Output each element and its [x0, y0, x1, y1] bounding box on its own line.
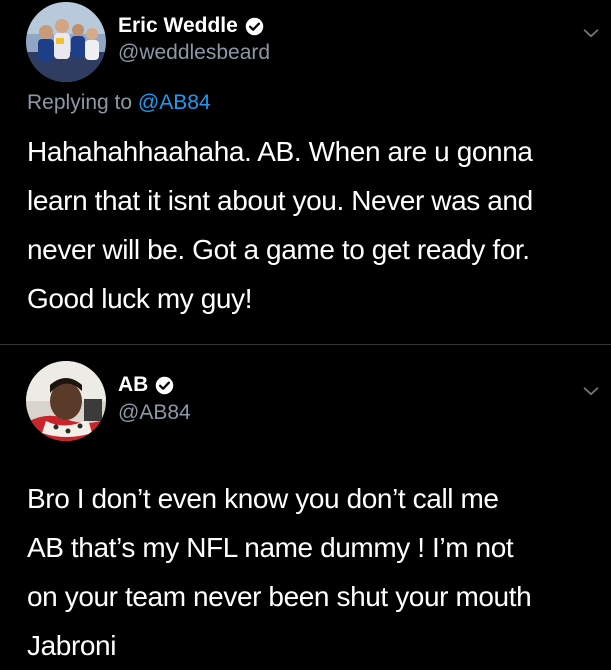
avatar-ab[interactable] — [26, 361, 106, 441]
verified-badge-icon — [245, 17, 264, 35]
tweet-text-line: learn that it isnt about you. Never was … — [27, 185, 533, 216]
tweet-text-line: Bro I don’t even know you don’t call me — [27, 483, 499, 514]
display-name[interactable]: Eric Weddle — [118, 14, 238, 38]
replying-to-label: Replying to — [27, 91, 138, 114]
tweet-divider — [0, 344, 611, 345]
mention-link[interactable]: @AB84 — [138, 91, 211, 114]
author-name-row: Eric Weddle — [118, 14, 265, 38]
tweet-text: Hahahahhaahaha. AB. When are u gonna lear… — [27, 127, 602, 323]
tweet-text-line: Hahahahhaahaha. AB. When are u gonna — [27, 136, 533, 167]
tweet-text-line: Good luck my guy! — [27, 283, 253, 314]
chevron-down-icon[interactable] — [580, 22, 602, 44]
group-photo-avatar-icon — [26, 2, 106, 82]
avatar-eric-weddle[interactable] — [26, 2, 106, 82]
tweet-text-line: AB that’s my NFL name dummy ! I’m not — [27, 532, 514, 563]
tweet-text-line: Jabroni — [27, 630, 117, 661]
user-handle[interactable]: @weddlesbeard — [118, 41, 270, 65]
tweet-text: Bro I don’t even know you don’t call me A… — [27, 474, 602, 670]
tweet-text-line: never will be. Got a game to get ready f… — [27, 234, 530, 265]
verified-badge-icon — [156, 376, 174, 394]
user-handle[interactable]: @AB84 — [118, 401, 191, 425]
chevron-down-icon[interactable] — [580, 380, 602, 402]
display-name[interactable]: AB — [118, 373, 148, 397]
replying-to-line: Replying to @AB84 — [27, 91, 211, 115]
author-name-row: AB — [118, 373, 175, 397]
portrait-photo-avatar-icon — [26, 361, 106, 441]
tweet-text-line: on your team never been shut your mouth — [27, 581, 532, 612]
